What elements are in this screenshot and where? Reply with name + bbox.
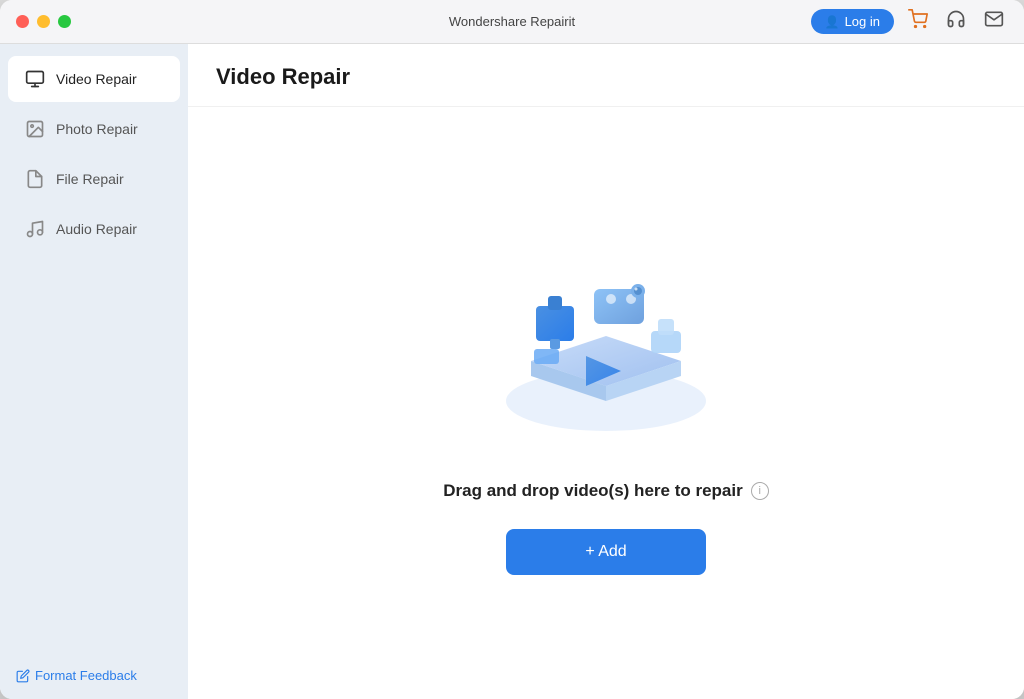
title-bar-actions: 👤 Log in bbox=[811, 7, 1008, 36]
feedback-label: Format Feedback bbox=[35, 668, 137, 683]
cart-icon bbox=[908, 13, 928, 33]
minimize-button[interactable] bbox=[37, 15, 50, 28]
page-title: Video Repair bbox=[216, 64, 996, 90]
window-title: Wondershare Repairit bbox=[449, 14, 575, 29]
content-header: Video Repair bbox=[188, 44, 1024, 107]
video-illustration bbox=[476, 231, 736, 451]
illustration-svg bbox=[476, 231, 736, 451]
mail-icon bbox=[984, 13, 1004, 33]
sidebar-label-photo: Photo Repair bbox=[56, 121, 138, 137]
sidebar-label-video: Video Repair bbox=[56, 71, 137, 87]
sidebar-item-photo-repair[interactable]: Photo Repair bbox=[8, 106, 180, 152]
app-window: Wondershare Repairit 👤 Log in bbox=[0, 0, 1024, 699]
sidebar-item-video-repair[interactable]: Video Repair bbox=[8, 56, 180, 102]
sidebar-label-audio: Audio Repair bbox=[56, 221, 137, 237]
cart-button[interactable] bbox=[904, 7, 932, 36]
add-button[interactable]: + Add bbox=[506, 529, 706, 575]
close-button[interactable] bbox=[16, 15, 29, 28]
photo-repair-icon bbox=[24, 118, 46, 140]
title-bar: Wondershare Repairit 👤 Log in bbox=[0, 0, 1024, 44]
main-layout: Video Repair Photo Repair bbox=[0, 44, 1024, 699]
audio-repair-icon bbox=[24, 218, 46, 240]
content-body: Drag and drop video(s) here to repair i … bbox=[188, 107, 1024, 699]
info-icon[interactable]: i bbox=[751, 482, 769, 500]
sidebar-label-file: File Repair bbox=[56, 171, 124, 187]
feedback-icon bbox=[16, 669, 30, 683]
sidebar: Video Repair Photo Repair bbox=[0, 44, 188, 699]
sidebar-item-audio-repair[interactable]: Audio Repair bbox=[8, 206, 180, 252]
file-repair-icon bbox=[24, 168, 46, 190]
login-label: Log in bbox=[845, 14, 880, 29]
user-icon: 👤 bbox=[825, 15, 840, 29]
drop-text-label: Drag and drop video(s) here to repair bbox=[443, 481, 742, 501]
content-area: Video Repair bbox=[188, 44, 1024, 699]
headset-icon bbox=[946, 13, 966, 33]
traffic-lights bbox=[16, 15, 71, 28]
video-repair-icon bbox=[24, 68, 46, 90]
maximize-button[interactable] bbox=[58, 15, 71, 28]
login-button[interactable]: 👤 Log in bbox=[811, 9, 894, 34]
sidebar-bottom: Format Feedback bbox=[0, 652, 188, 699]
sidebar-item-file-repair[interactable]: File Repair bbox=[8, 156, 180, 202]
mail-button[interactable] bbox=[980, 7, 1008, 36]
format-feedback-link[interactable]: Format Feedback bbox=[16, 668, 172, 683]
headset-button[interactable] bbox=[942, 7, 970, 36]
drop-zone-text: Drag and drop video(s) here to repair i bbox=[443, 481, 768, 501]
